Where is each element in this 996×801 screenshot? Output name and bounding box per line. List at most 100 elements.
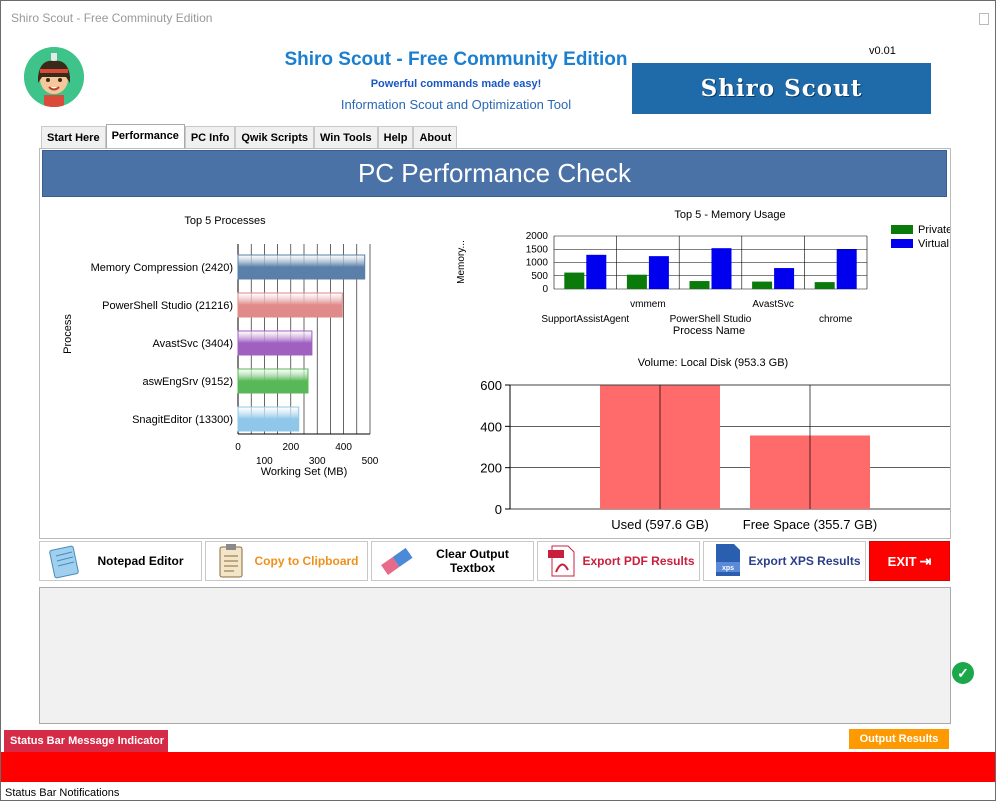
- tab-pc-info[interactable]: PC Info: [184, 126, 236, 148]
- pdf-icon: [542, 542, 582, 580]
- chart2-tick-label: 2000: [526, 231, 549, 242]
- clear-output-label: Clear Output Textbox: [436, 547, 509, 575]
- memory-usage-chart: Top 5 - Memory Usage Memory... Process N…: [456, 209, 950, 337]
- chart1-bar: [237, 254, 366, 280]
- title-bar: Shiro Scout - Free Comminuty Edition: [1, 1, 995, 35]
- avatar-icon: [24, 47, 84, 107]
- chart2-tick-label: 500: [531, 271, 548, 282]
- chart1-category-label: AvastSvc (3404): [152, 338, 233, 350]
- tab-bar: Start Here Performance PC Info Qwik Scri…: [41, 124, 458, 148]
- exit-label: EXIT: [887, 553, 917, 569]
- top-processes-chart: Top 5 Processes Process Working Set (MB)…: [62, 215, 379, 478]
- export-xps-button[interactable]: xps Export XPS Results: [703, 541, 866, 581]
- chart2-bar: [689, 281, 710, 289]
- xps-icon: xps: [708, 542, 748, 580]
- chart1-category-label: aswEngSrv (9152): [143, 376, 234, 388]
- disk-volume-chart: Volume: Local Disk (953.3 GB) 600 400 200 0…: [480, 357, 950, 532]
- exit-icon: ⇥: [919, 552, 932, 569]
- chart2-legend-label: Private: [918, 224, 950, 236]
- header-description: Information Scout and Optimization Tool: [340, 97, 572, 112]
- copy-to-clipboard-button[interactable]: Copy to Clipboard: [205, 541, 368, 581]
- chart2-bar: [836, 249, 857, 289]
- export-xps-label: Export XPS Results: [748, 554, 861, 568]
- chart1-bar: [237, 292, 343, 318]
- chart1-bar: [237, 330, 313, 356]
- chart1-tick-label: 0: [235, 442, 241, 453]
- chart2-ylabel: Memory...: [456, 240, 467, 284]
- notepad-editor-label: Notepad Editor: [97, 554, 184, 568]
- status-ok-icon: ✓: [952, 662, 974, 684]
- eraser-icon: [376, 542, 416, 580]
- chart2-bar: [648, 256, 669, 289]
- panel-banner: PC Performance Check: [42, 150, 947, 197]
- chart2-bar: [586, 254, 607, 289]
- clear-output-button[interactable]: Clear Output Textbox: [371, 541, 534, 581]
- brand-logo: Shiro Scout: [632, 63, 931, 114]
- chart1-category-label: Memory Compression (2420): [91, 262, 233, 274]
- chart3-tick-label: 600: [480, 378, 502, 393]
- chart2-category-label: vmmem: [630, 299, 666, 310]
- chart2-tick-label: 0: [542, 284, 548, 295]
- chart1-bar: [237, 368, 309, 394]
- export-pdf-button[interactable]: Export PDF Results: [537, 541, 700, 581]
- chart1-tick-label: 200: [282, 442, 299, 453]
- chart2-bar: [752, 281, 773, 289]
- chart1-category-label: SnagitEditor (13300): [132, 414, 233, 426]
- tab-start-here[interactable]: Start Here: [41, 126, 106, 148]
- chart2-tick-label: 1500: [526, 244, 549, 255]
- status-progress-bar: [1, 752, 995, 782]
- tab-help[interactable]: Help: [377, 126, 414, 148]
- chart2-category-label: PowerShell Studio: [670, 314, 752, 325]
- performance-panel: PC Performance Check Top 5 Processes Pro…: [39, 148, 974, 684]
- chart1-ylabel: Process: [62, 314, 74, 354]
- chart2-tick-label: 1000: [526, 258, 549, 269]
- chart3-title: Volume: Local Disk (953.3 GB): [638, 357, 788, 369]
- chart3-category-label: Free Space (355.7 GB): [743, 517, 877, 532]
- chart2-bar: [711, 248, 732, 289]
- svg-text:xps: xps: [722, 565, 734, 572]
- chart1-tick-label: 400: [335, 442, 352, 453]
- avatar-logo: [24, 47, 84, 107]
- version-label: v0.01: [869, 45, 896, 57]
- notepad-editor-button[interactable]: Notepad Editor: [39, 541, 202, 581]
- copy-to-clipboard-label: Copy to Clipboard: [254, 554, 359, 568]
- exit-button[interactable]: EXIT ⇥: [869, 541, 950, 581]
- chart2-category-label: chrome: [819, 314, 853, 325]
- clipboard-icon: [210, 542, 250, 580]
- maximize-icon[interactable]: [979, 13, 989, 25]
- header-subtitle: Powerful commands made easy!: [370, 78, 542, 90]
- tab-performance[interactable]: Performance: [105, 124, 185, 148]
- chart3-category-label: Used (597.6 GB): [611, 517, 709, 532]
- output-results-button[interactable]: Output Results: [849, 729, 949, 749]
- output-textbox[interactable]: [39, 587, 951, 724]
- chart2-legend-swatch: [891, 225, 913, 234]
- chart2-bar: [814, 282, 835, 289]
- chart1-title: Top 5 Processes: [184, 215, 266, 227]
- chart2-legend-label: Virtual: [918, 238, 949, 250]
- tab-win-tools[interactable]: Win Tools: [313, 126, 378, 148]
- app-window: Shiro Scout - Free Comminuty Edition Shi…: [0, 0, 996, 801]
- chart2-title: Top 5 - Memory Usage: [674, 209, 785, 221]
- chart1-tick-label: 100: [256, 456, 273, 467]
- chart2-legend-swatch: [891, 239, 913, 248]
- chart1-tick-label: 500: [362, 456, 379, 467]
- header-title: Shiro Scout - Free Community Edition: [284, 49, 628, 70]
- chart2-category-label: AvastSvc: [752, 299, 794, 310]
- chart2-xlabel: Process Name: [673, 325, 745, 337]
- export-pdf-label: Export PDF Results: [582, 554, 695, 568]
- chart1-bar: [237, 406, 300, 432]
- notepad-icon: [44, 542, 84, 580]
- status-bar-message-indicator: Status Bar Message Indicator: [4, 730, 168, 752]
- chart1-tick-label: 300: [309, 456, 326, 467]
- tab-about[interactable]: About: [413, 126, 458, 148]
- chart1-category-label: PowerShell Studio (21216): [102, 300, 233, 312]
- status-bar-notifications: Status Bar Notifications: [5, 787, 120, 799]
- chart2-bar: [626, 274, 647, 289]
- chart1-xlabel: Working Set (MB): [261, 466, 348, 478]
- window-title: Shiro Scout - Free Comminuty Edition: [11, 11, 213, 25]
- chart3-tick-label: 0: [495, 502, 502, 517]
- chart2-bar: [564, 272, 585, 289]
- tab-qwik-scripts[interactable]: Qwik Scripts: [235, 126, 314, 148]
- chart2-category-label: SupportAssistAgent: [541, 314, 629, 325]
- chart3-tick-label: 400: [480, 419, 502, 434]
